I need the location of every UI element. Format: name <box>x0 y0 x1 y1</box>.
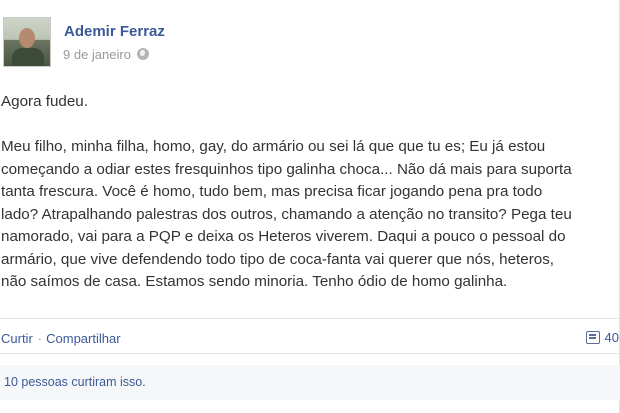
action-separator: · <box>37 331 43 346</box>
post-line: não saímos de casa. Estamos sendo minori… <box>1 273 508 290</box>
like-link[interactable]: Curtir <box>1 331 33 346</box>
post-date[interactable]: 9 de janeiro <box>63 47 131 62</box>
facebook-post: Ademir Ferraz 9 de janeiro Agora fudeu. … <box>0 0 620 413</box>
comment-icon <box>585 331 600 344</box>
comment-count: 40 <box>604 330 619 345</box>
likes-summary[interactable]: 10 pessoas curtiram isso. <box>4 375 146 389</box>
post-line: tanta frescura. Você é homo, tudo bem, m… <box>1 183 543 200</box>
share-link[interactable]: Compartilhar <box>46 331 120 346</box>
globe-icon[interactable] <box>136 48 149 60</box>
post-line: começando a odiar estes fresquinhos tipo… <box>1 160 572 178</box>
avatar[interactable] <box>3 17 51 67</box>
post-line: lado? Atrapalhando palestras dos outros,… <box>1 205 572 223</box>
post-meta: 9 de janeiro <box>63 47 149 62</box>
comment-count-link[interactable]: 40 <box>585 330 619 345</box>
post-line: Agora fudeu. <box>1 93 88 110</box>
author-name[interactable]: Ademir Ferraz <box>64 23 165 40</box>
divider <box>0 353 620 354</box>
avatar-body <box>12 48 44 66</box>
post-line: Meu filho, minha filha, homo, gay, do ar… <box>1 138 546 155</box>
post-line: armário, que vive defendendo todo tipo d… <box>1 250 555 268</box>
post-line-gap <box>1 114 620 137</box>
post-body: Agora fudeu. Meu filho, minha filha, hom… <box>1 91 620 294</box>
avatar-head <box>19 28 35 48</box>
post-actions: Curtir · Compartilhar <box>1 331 121 346</box>
divider <box>0 318 620 319</box>
post-line: namorado, vai para a PQP e deixa os Hete… <box>1 228 566 245</box>
